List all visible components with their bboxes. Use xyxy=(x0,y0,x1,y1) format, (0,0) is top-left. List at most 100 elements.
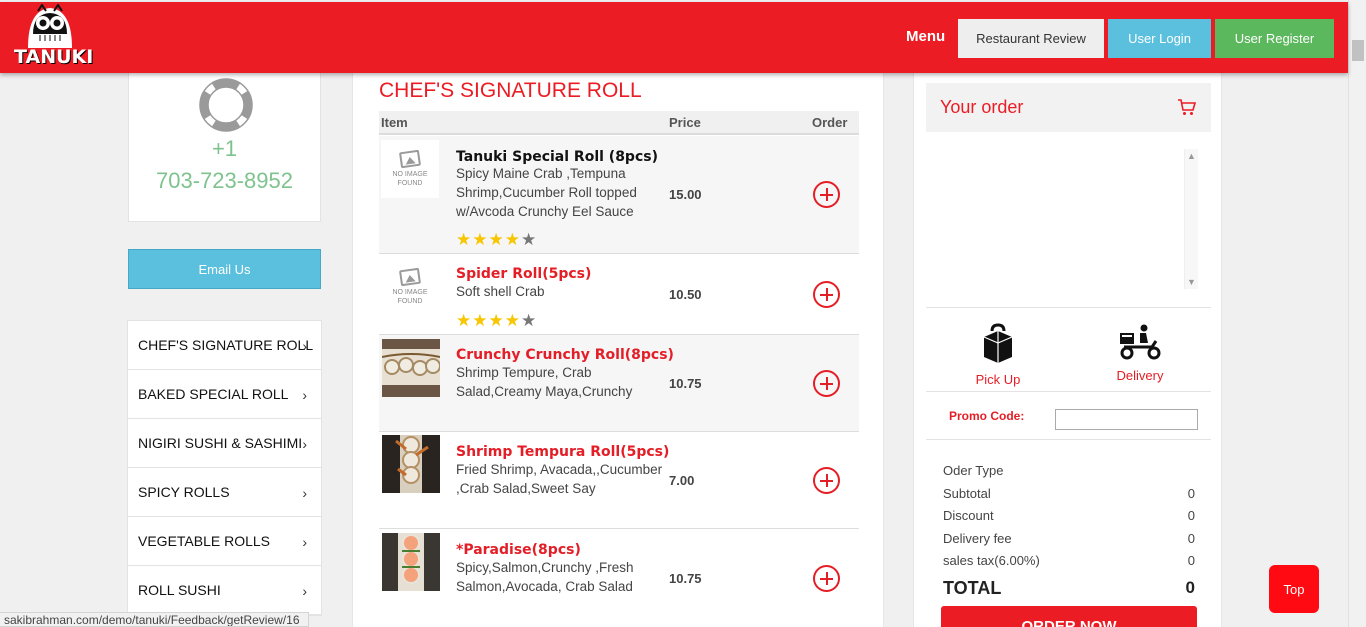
divider xyxy=(926,307,1211,308)
promo-code-input[interactable] xyxy=(1055,409,1198,430)
chevron-right-icon: › xyxy=(302,436,307,452)
item-price: 7.00 xyxy=(669,473,695,488)
order-list-scrollbar[interactable]: ▲ ▼ xyxy=(1184,149,1198,289)
category-label: ROLL SUSHI xyxy=(138,582,221,598)
scrollbar-thumb[interactable] xyxy=(1352,40,1364,61)
top-header: TANUKI Menu Restaurant Review User Login… xyxy=(0,2,1348,73)
item-name[interactable]: Crunchy Crunchy Roll(8pcs) xyxy=(456,347,674,363)
image-icon xyxy=(398,149,422,168)
takeout-bag-icon xyxy=(983,323,1013,363)
item-description: Spicy,Salmon,Crunchy ,Fresh Salmon,Avoca… xyxy=(456,560,634,594)
email-us-button[interactable]: Email Us xyxy=(128,249,321,289)
delivery-scooter-icon xyxy=(1120,324,1161,360)
item-description: Fried Shrimp, Avacada,,Cucumber ,Crab Sa… xyxy=(456,462,663,496)
menu-item-row: Shrimp Tempura Roll(5pcs) Fried Shrimp, … xyxy=(379,432,859,529)
add-to-order-button[interactable] xyxy=(813,370,840,397)
pickup-option[interactable]: Pick Up xyxy=(953,323,1043,387)
order-title: Your order xyxy=(940,97,1024,117)
add-to-order-button[interactable] xyxy=(813,181,840,208)
column-order: Order xyxy=(812,115,848,130)
star-icon: ★ xyxy=(488,311,505,330)
star-icon: ★ xyxy=(521,311,538,330)
nav-menu-link[interactable]: Menu xyxy=(906,28,945,45)
chevron-right-icon: › xyxy=(302,387,307,403)
item-price: 15.00 xyxy=(669,187,702,202)
shrimp-tempura-photo xyxy=(382,435,440,493)
category-label: NIGIRI SUSHI & SASHIMI xyxy=(138,435,303,451)
item-name[interactable]: *Paradise(8pcs) xyxy=(456,542,581,558)
add-to-order-button[interactable] xyxy=(813,281,840,308)
subtotal-row: Subtotal 0 xyxy=(943,486,1195,509)
item-name[interactable]: Spider Roll(5pcs) xyxy=(456,266,591,282)
star-icon: ★ xyxy=(521,230,538,249)
category-item[interactable]: VEGETABLE ROLLS › xyxy=(128,517,321,566)
category-label: CHEF'S SIGNATURE ROLL xyxy=(138,337,314,353)
menu-item-row: NO IMAGE FOUND Spider Roll(5pcs) Soft sh… xyxy=(379,254,859,335)
section-title: CHEF'S SIGNATURE ROLL xyxy=(379,79,642,102)
item-description: Spicy Maine Crab ,Tempuna Shrimp,Cucumbe… xyxy=(456,166,637,219)
discount-value: 0 xyxy=(1187,508,1195,523)
star-icon: ★ xyxy=(504,230,521,249)
phone-number[interactable]: 703-723-8952 xyxy=(129,168,320,194)
tanuki-mascot-icon xyxy=(28,3,72,48)
category-item[interactable]: CHEF'S SIGNATURE ROLL › xyxy=(128,321,321,370)
no-image-text: NO IMAGE xyxy=(392,170,428,178)
category-item[interactable]: SPICY ROLLS › xyxy=(128,468,321,517)
pickup-label: Pick Up xyxy=(975,372,1021,387)
chevron-right-icon: › xyxy=(302,338,307,354)
sales-tax-label: sales tax(6.00%) xyxy=(943,553,1040,568)
category-list: CHEF'S SIGNATURE ROLL › BAKED SPECIAL ROL… xyxy=(127,320,322,616)
logo-text: TANUKI xyxy=(14,46,94,68)
delivery-option[interactable]: Delivery xyxy=(1095,323,1185,383)
no-image-placeholder: NO IMAGE FOUND xyxy=(381,140,439,198)
user-login-button[interactable]: User Login xyxy=(1108,19,1211,58)
restaurant-review-button[interactable]: Restaurant Review xyxy=(958,19,1104,58)
item-name[interactable]: Shrimp Tempura Roll(5pcs) xyxy=(456,444,669,460)
category-label: VEGETABLE ROLLS xyxy=(138,533,271,549)
category-item[interactable]: ROLL SUSHI › xyxy=(128,566,321,615)
user-register-button[interactable]: User Register xyxy=(1215,19,1334,58)
delivery-fee-row: Delivery fee 0 xyxy=(943,531,1195,554)
menu-item-row: *Paradise(8pcs) Spicy,Salmon,Crunchy ,Fr… xyxy=(379,529,859,627)
add-to-order-button[interactable] xyxy=(813,565,840,592)
order-type-row: Oder Type xyxy=(943,463,1195,486)
star-rating: ★★★★★ xyxy=(456,230,537,250)
scroll-up-icon[interactable]: ▲ xyxy=(1187,151,1196,161)
promo-code-label: Promo Code: xyxy=(949,409,1025,423)
back-to-top-button[interactable]: Top xyxy=(1269,565,1319,613)
column-item: Item xyxy=(381,115,408,130)
star-icon: ★ xyxy=(472,230,489,249)
cart-icon[interactable] xyxy=(1177,98,1197,116)
page-scrollbar[interactable] xyxy=(1348,0,1366,627)
no-image-placeholder: NO IMAGE FOUND xyxy=(381,258,439,316)
category-item[interactable]: NIGIRI SUSHI & SASHIMI › xyxy=(128,419,321,468)
item-name[interactable]: Tanuki Special Roll (8pcs) xyxy=(456,149,658,165)
sales-tax-value: 0 xyxy=(1187,553,1195,568)
column-price: Price xyxy=(669,115,701,130)
star-icon: ★ xyxy=(456,311,473,330)
scroll-down-icon[interactable]: ▼ xyxy=(1187,277,1196,287)
order-items-list[interactable]: ▲ ▼ xyxy=(936,149,1198,289)
divider xyxy=(926,439,1211,440)
total-label: TOTAL xyxy=(943,577,1002,598)
star-icon: ★ xyxy=(504,311,521,330)
no-image-text: NO IMAGE xyxy=(392,288,428,296)
tanuki-logo[interactable]: TANUKI xyxy=(14,3,94,68)
category-item[interactable]: BAKED SPECIAL ROLL › xyxy=(128,370,321,419)
sales-tax-row: sales tax(6.00%) 0 xyxy=(943,553,1195,576)
no-image-text: FOUND xyxy=(397,179,423,187)
order-now-button[interactable]: ORDER NOW xyxy=(941,606,1197,627)
item-price: 10.75 xyxy=(669,376,702,391)
delivery-fee-value: 0 xyxy=(1187,530,1195,546)
order-summary: Oder Type Subtotal 0 Discount 0 Delivery f… xyxy=(943,463,1195,600)
divider xyxy=(926,391,1211,392)
star-icon: ★ xyxy=(488,230,505,249)
item-price: 10.50 xyxy=(669,287,702,302)
category-label: SPICY ROLLS xyxy=(138,484,230,500)
order-panel: Your order ▲ ▼ Pick Up Delivery Promo Co… xyxy=(913,73,1222,627)
menu-panel: CHEF'S SIGNATURE ROLL Item Price Order N… xyxy=(352,73,884,627)
crunchy-roll-photo xyxy=(382,339,440,397)
add-to-order-button[interactable] xyxy=(813,467,840,494)
discount-label: Discount xyxy=(943,508,994,523)
star-icon: ★ xyxy=(456,230,473,249)
